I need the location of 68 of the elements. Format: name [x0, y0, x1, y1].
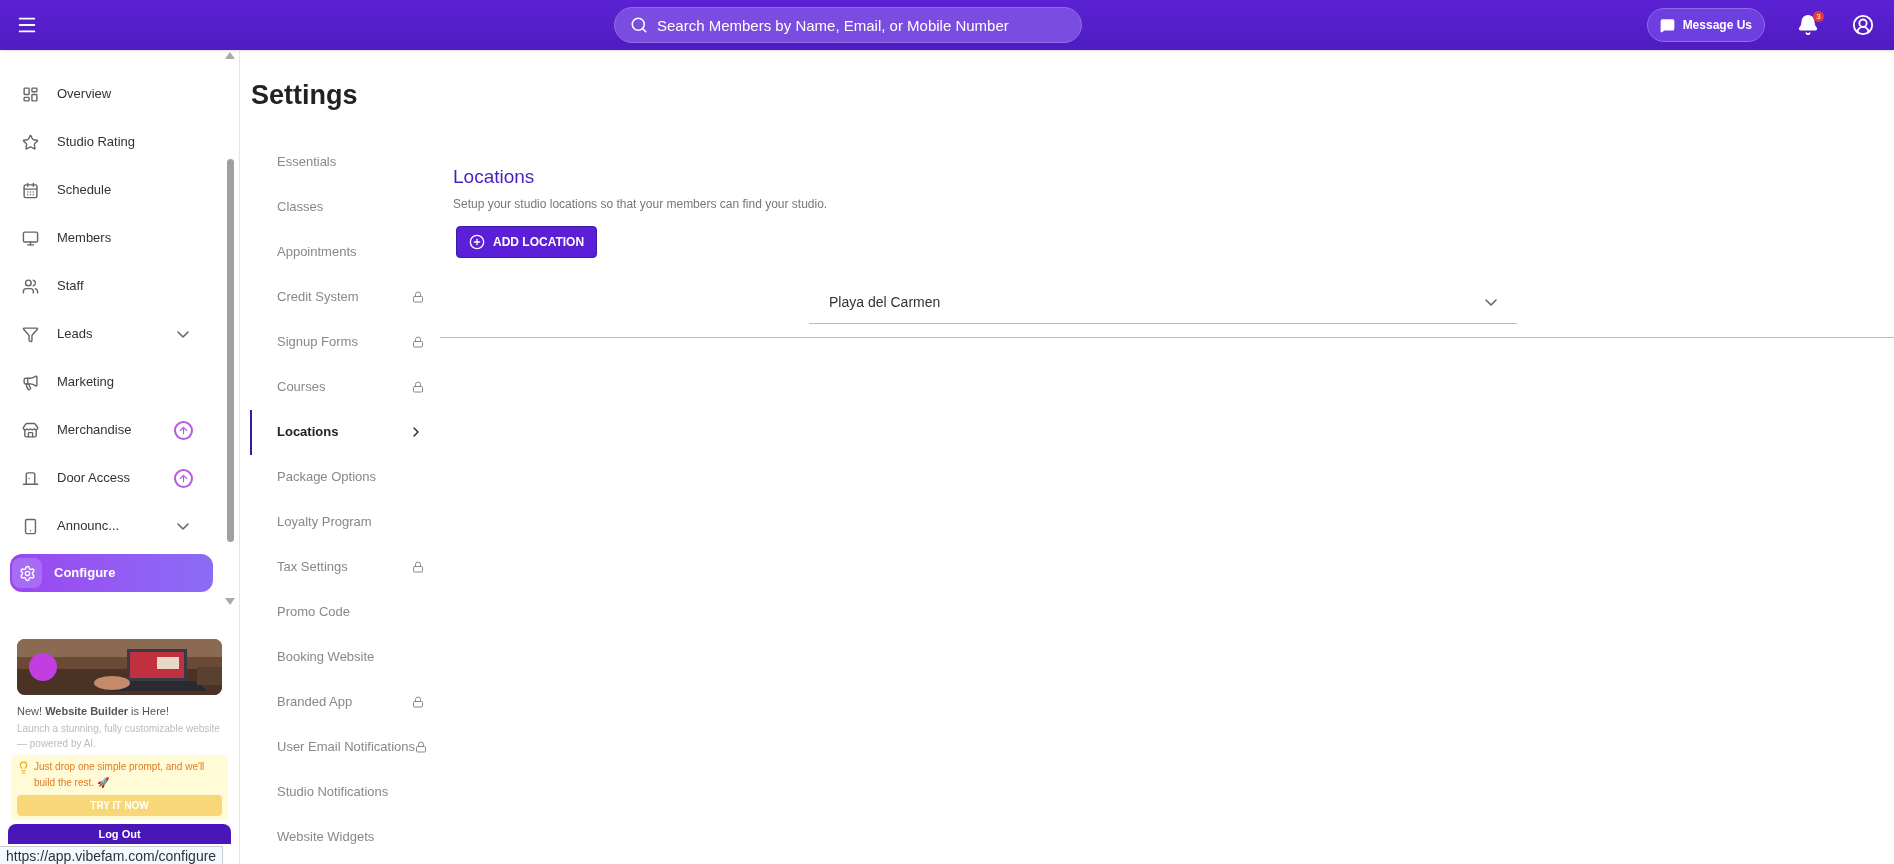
- status-url: https://app.vibefam.com/configure: [0, 846, 224, 864]
- settings-nav-item[interactable]: Tax Settings: [250, 544, 440, 590]
- settings-nav-item[interactable]: Credit System: [250, 274, 440, 320]
- upgrade-icon: [174, 420, 193, 440]
- sidebar-item[interactable]: Marketing: [10, 358, 213, 406]
- sidebar-item[interactable]: Staff: [10, 262, 213, 310]
- settings-nav-item[interactable]: Signup Forms: [250, 319, 440, 365]
- sidebar-item[interactable]: Announc...: [10, 502, 213, 550]
- sidebar-item[interactable]: Members: [10, 214, 213, 262]
- page-title: Settings: [251, 79, 358, 112]
- settings-nav-item[interactable]: Branded App: [250, 679, 440, 725]
- lightbulb-icon: [17, 761, 30, 774]
- sidebar-item[interactable]: Merchandise: [10, 406, 213, 454]
- settings-nav-item[interactable]: Courses: [250, 364, 440, 410]
- chevron-down-icon: [1485, 299, 1497, 306]
- section-description: Setup your studio locations so that your members can find your studio.: [453, 196, 828, 213]
- section-title: Locations: [453, 164, 535, 189]
- settings-nav-item[interactable]: Appointments: [250, 229, 440, 275]
- sidebar-item[interactable]: Leads: [10, 310, 213, 358]
- settings-nav-item[interactable]: Essentials: [250, 139, 440, 185]
- chevron-down-icon: [177, 330, 189, 338]
- dashboard-icon: [22, 85, 39, 103]
- promo-headline: New! Website Builder is Here!: [17, 703, 171, 719]
- sidebar-item[interactable]: Overview: [10, 70, 213, 118]
- monitor-icon: [22, 229, 39, 247]
- search-field[interactable]: Search Members by Name, Email, or Mobile Number: [614, 7, 1082, 43]
- chevron-down-icon: [177, 522, 189, 530]
- lock-icon: [412, 291, 424, 303]
- settings-nav-item[interactable]: Studio Notifications: [250, 769, 440, 815]
- store-icon: [22, 421, 39, 439]
- notifications-button[interactable]: [1797, 14, 1819, 36]
- funnel-icon: [22, 325, 39, 343]
- lock-icon: [412, 561, 424, 573]
- plus-circle-icon: [469, 234, 485, 250]
- settings-nav-item[interactable]: Loyalty Program: [250, 499, 440, 545]
- megaphone-icon: [22, 373, 39, 391]
- search-icon: [630, 16, 648, 34]
- settings-nav-item[interactable]: Package Options: [250, 454, 440, 500]
- settings-nav-item[interactable]: Locations: [250, 409, 440, 455]
- add-location-button[interactable]: ADD LOCATION: [456, 226, 598, 258]
- logout-button[interactable]: Log Out: [8, 824, 231, 844]
- settings-nav-item[interactable]: Promo Code: [250, 589, 440, 635]
- star-icon: [22, 133, 39, 151]
- settings-nav-item[interactable]: User Email Notifications: [250, 724, 440, 770]
- settings-nav-item[interactable]: Classes: [250, 184, 440, 230]
- message-button[interactable]: Message Us: [1646, 8, 1765, 42]
- upgrade-icon: [174, 468, 193, 488]
- promo-tip: Just drop one simple prompt, and we'll build the rest. 🚀: [34, 760, 206, 790]
- sidebar-item[interactable]: Studio Rating: [10, 118, 213, 166]
- people-icon: [22, 277, 39, 295]
- notification-badge: 3: [1813, 11, 1824, 22]
- lock-icon: [415, 741, 427, 753]
- promo-description: Launch a stunning, fully customizable website — powered by AI.: [17, 722, 221, 751]
- phone-icon: [22, 517, 39, 535]
- message-icon: [1659, 17, 1675, 33]
- sidebar-item[interactable]: Schedule: [10, 166, 213, 214]
- sidebar-item[interactable]: Door Access: [10, 454, 213, 502]
- lock-icon: [412, 696, 424, 708]
- settings-nav-item[interactable]: Website Widgets: [250, 814, 440, 860]
- lock-icon: [412, 381, 424, 393]
- lock-icon: [412, 336, 424, 348]
- sidebar-item[interactable]: Configure: [10, 554, 213, 592]
- settings-icon: [18, 564, 36, 582]
- calendar-icon: [22, 181, 39, 199]
- settings-nav-item[interactable]: Booking Website: [250, 634, 440, 680]
- location-accordion[interactable]: Playa del Carmen: [809, 282, 1517, 324]
- account-icon[interactable]: [1852, 14, 1874, 36]
- door-icon: [22, 469, 39, 487]
